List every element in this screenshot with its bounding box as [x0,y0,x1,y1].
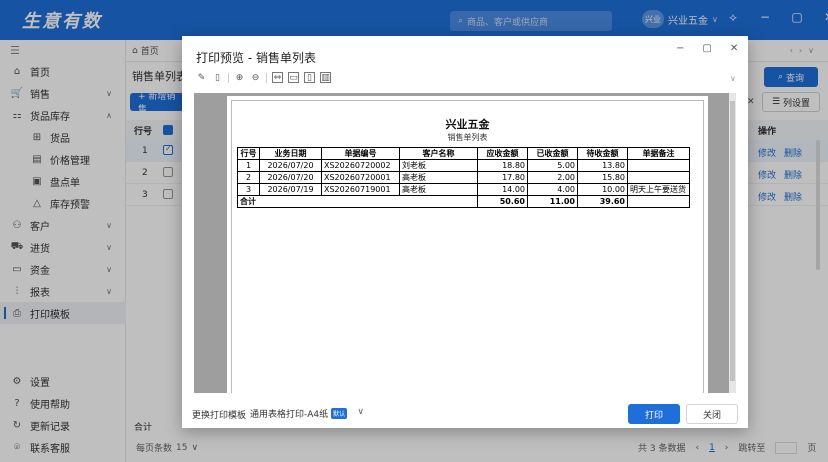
preview-toolbar: ✎ ▯ ⊕ ⊖ ⇔ ▭ ▯ ▥ [196,72,331,83]
doc-cell [627,171,690,184]
separator [228,72,229,83]
doc-cell: 5.00 [527,159,578,172]
print-settings-icon[interactable]: ✎ [196,72,207,83]
doc-total-received: 11.00 [527,195,578,208]
doc-cell: 15.80 [577,171,628,184]
doc-header-cell: 单据备注 [627,147,690,160]
zoom-out-icon[interactable]: ⊖ [250,72,261,83]
chevron-down-icon: ∨ [357,407,364,417]
preview-scrollbar[interactable] [729,93,736,393]
preview-page: 兴业五金 销售单列表 行号 业务日期 单据编号 客户名称 应收金额 已收金额 待收金额 单据备… [227,96,708,393]
doc-table: 行号 业务日期 单据编号 客户名称 应收金额 已收金额 待收金额 单据备注 1 2026/07/… [237,147,690,208]
doc-header-cell: 已收金额 [527,147,578,160]
doc-total-pending: 39.60 [577,195,628,208]
doc-cell: XS20260720001 [321,171,400,184]
doc-cell: 2.00 [527,171,578,184]
doc-cell: 2 [237,171,260,184]
print-button[interactable]: 打印 [628,404,680,424]
default-badge: 默认 [331,407,348,419]
page-icon[interactable]: ▯ [212,72,223,83]
doc-cell: XS20260719001 [321,183,400,196]
template-select[interactable]: 通用表格打印-A4纸 默认 ∨ [246,404,366,422]
doc-total-receivable: 50.60 [477,195,528,208]
page-border [231,100,704,393]
doc-total-label: 合计 [237,195,478,208]
multi-page-icon[interactable]: ▥ [320,72,331,83]
doc-company-name: 兴业五金 [445,118,490,131]
doc-header-cell: 单据编号 [321,147,400,160]
doc-cell [627,159,690,172]
minimize-icon[interactable]: − [676,43,684,54]
doc-header-cell: 应收金额 [477,147,528,160]
doc-cell: 2026/07/20 [259,159,322,172]
fit-width-icon[interactable]: ⇔ [272,72,283,83]
template-value: 通用表格打印-A4纸 [250,409,329,420]
doc-cell: 18.80 [477,159,528,172]
doc-header-cell: 客户名称 [399,147,478,160]
preview-area: 兴业五金 销售单列表 行号 业务日期 单据编号 客户名称 应收金额 已收金额 待收金额 单据备… [194,93,736,393]
doc-cell: 13.80 [577,159,628,172]
template-label: 更换打印模板 [192,411,247,421]
doc-cell: 1 [237,159,260,172]
doc-total-row: 合计 50.60 11.00 39.60 [237,195,690,208]
close-icon[interactable]: ✕ [730,43,738,54]
doc-header-cell: 业务日期 [259,147,322,160]
doc-subtitle: 销售单列表 [447,133,488,142]
single-page-icon[interactable]: ▯ [304,72,315,83]
doc-row: 3 2026/07/19 XS20260719001 高老板 14.00 4.00 10.0… [237,183,690,196]
doc-cell: XS20260720002 [321,159,400,172]
chevron-down-icon[interactable]: ∨ [730,74,736,83]
doc-cell: 4.00 [527,183,578,196]
doc-header-cell: 行号 [237,147,260,160]
print-preview-dialog: 打印预览 - 销售单列表 − ▢ ✕ ✎ ▯ ⊕ ⊖ ⇔ ▭ ▯ ▥ ∨ 兴业五… [182,36,748,428]
maximize-icon[interactable]: ▢ [702,43,711,54]
separator [266,72,267,83]
doc-cell: 10.00 [577,183,628,196]
close-button[interactable]: 关闭 [686,404,738,424]
doc-cell: 高老板 [399,171,478,184]
doc-row: 2 2026/07/20 XS20260720001 高老板 17.80 2.00 15.8… [237,171,690,184]
doc-cell: 2026/07/20 [259,171,322,184]
doc-cell: 14.00 [477,183,528,196]
doc-cell: 17.80 [477,171,528,184]
dialog-title: 打印预览 - 销售单列表 [196,51,316,65]
doc-cell: 高老板 [399,183,478,196]
dialog-footer: 更换打印模板 通用表格打印-A4纸 默认 ∨ 打印 关闭 [182,396,748,428]
doc-cell: 刘老板 [399,159,478,172]
fit-page-icon[interactable]: ▭ [288,72,299,83]
doc-header-cell: 待收金额 [577,147,628,160]
doc-row: 1 2026/07/20 XS20260720002 刘老板 18.80 5.00 13.8… [237,159,690,172]
scrollbar-thumb[interactable] [730,101,735,381]
doc-cell [627,195,690,208]
doc-cell: 明天上午要送货 [627,183,690,196]
doc-cell: 2026/07/19 [259,183,322,196]
zoom-in-icon[interactable]: ⊕ [234,72,245,83]
doc-cell: 3 [237,183,260,196]
